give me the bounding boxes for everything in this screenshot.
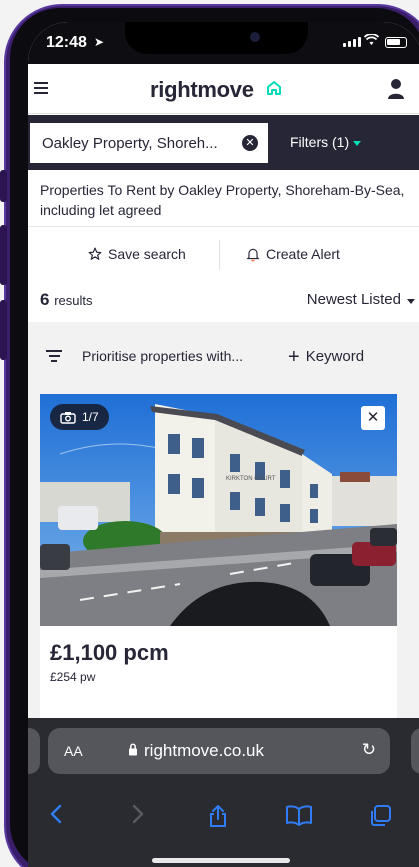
mute-switch [0,170,7,202]
signal-icon [343,37,361,47]
filters-label: Filters (1) [290,134,350,150]
clear-search-icon[interactable]: ✕ [242,135,258,151]
camera-icon [250,32,260,42]
safari-toolbar: AA rightmove.co.uk ↻ [28,718,419,867]
keyword-label: Keyword [305,348,365,365]
rightmove-logo[interactable]: rightmove [150,77,254,103]
save-search-label: Save search [108,246,186,262]
search-bar-row: Oakley Property, Shoreh... ✕ Filters (1) [28,115,419,170]
status-bar: 12:48 ➤ [28,22,419,64]
results-row: 6 results Newest Listed [28,280,419,322]
wifi-icon [363,33,380,49]
building-sign-text: KIRKTON COURT [226,476,276,482]
divider [219,240,220,270]
save-search-button[interactable]: Save search [88,246,186,262]
photo-counter: 1/7 [82,410,99,424]
notch [125,22,308,54]
prioritise-button[interactable]: Prioritise properties with... [82,348,243,364]
back-icon[interactable] [50,804,62,830]
phone-screen: 12:48 ➤ rightmove Oakley Property, Shore… [28,22,419,867]
bookmarks-icon[interactable] [286,804,312,832]
lock-icon [128,743,138,761]
reload-icon[interactable]: ↻ [362,740,376,760]
volume-down-button [0,300,7,360]
chevron-down-icon [407,299,415,304]
divider [28,226,419,227]
create-alert-label: Create Alert [266,246,340,262]
chevron-down-icon [353,140,362,146]
share-icon[interactable] [208,804,228,834]
url-text: rightmove.co.uk [144,741,264,760]
create-alert-button[interactable]: Create Alert [246,246,340,262]
bell-icon [246,248,260,261]
add-keyword-button[interactable]: + Keyword [288,346,364,369]
forward-icon[interactable] [132,804,144,830]
plus-icon: + [288,346,300,368]
status-time: 12:48 [46,34,87,51]
results-label: results [54,293,93,308]
sort-dropdown[interactable]: Newest Listed [307,291,401,308]
search-description: Properties To Rent by Oakley Property, S… [40,182,405,218]
camera-icon [60,411,76,424]
user-account-icon[interactable] [387,78,405,100]
location-arrow-icon: ➤ [94,35,105,49]
results-count: 6 results [40,290,93,309]
house-logo-icon [267,81,281,95]
search-value: Oakley Property, Shoreh... [42,134,218,152]
filters-button[interactable]: Filters (1) [290,134,362,150]
photo-counter-badge: 1/7 [50,404,109,430]
tabs-icon[interactable] [368,804,392,834]
next-tab-preview[interactable] [411,728,419,774]
search-actions: Save search Create Alert [28,230,419,280]
prioritise-row: Prioritise properties with... + Keyword [28,337,419,377]
address-bar[interactable]: AA rightmove.co.uk ↻ [48,728,390,774]
text-size-button[interactable]: AA [64,743,83,759]
listing-price-weekly: £254 pw [50,670,96,684]
property-card[interactable]: KIRKTON COURT 1/7 ✕ £1,100 pcm £254 pw [40,394,397,724]
previous-tab-preview[interactable] [28,728,40,774]
property-photo[interactable]: KIRKTON COURT 1/7 ✕ [40,394,397,626]
home-indicator [152,858,290,863]
listing-price: £1,100 pcm [50,640,169,665]
location-search-input[interactable]: Oakley Property, Shoreh... ✕ [28,121,270,165]
star-icon [88,247,102,260]
menu-icon[interactable] [34,82,48,94]
volume-up-button [0,225,7,285]
close-icon[interactable]: ✕ [361,406,385,430]
app-header: rightmove [28,64,419,114]
phone-screenshot: 12:48 ➤ rightmove Oakley Property, Shore… [0,0,419,867]
battery-icon [385,37,407,48]
filter-lines-icon [46,350,62,365]
